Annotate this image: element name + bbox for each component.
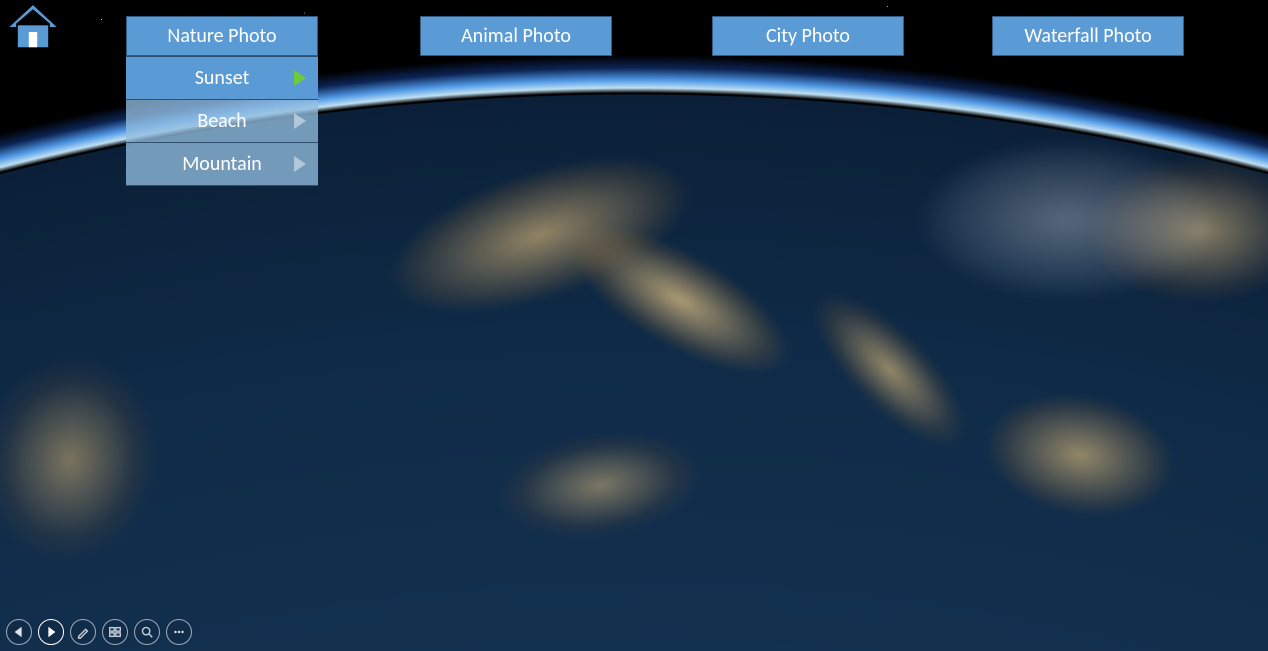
- chevron-right-icon: [294, 113, 306, 129]
- lights-cluster: [462, 403, 738, 568]
- lights-cluster: [0, 313, 201, 607]
- chevron-right-icon: [294, 70, 306, 86]
- dropdown-item-mountain[interactable]: Mountain: [126, 143, 318, 186]
- more-button[interactable]: [166, 619, 192, 645]
- zoom-button[interactable]: [134, 619, 160, 645]
- slide-sorter-button[interactable]: [102, 619, 128, 645]
- presenter-toolbar: [6, 619, 192, 645]
- lights-cluster: [949, 360, 1211, 549]
- previous-button[interactable]: [6, 619, 32, 645]
- pen-button[interactable]: [70, 619, 96, 645]
- chevron-right-icon: [294, 156, 306, 172]
- tab-nature[interactable]: Nature Photo: [126, 16, 318, 56]
- dropdown-item-sunset[interactable]: Sunset: [126, 57, 318, 100]
- dropdown-item-label: Beach: [197, 109, 246, 133]
- dropdown-item-label: Mountain: [182, 152, 262, 176]
- cloud-wisp: [878, 120, 1258, 320]
- play-button[interactable]: [38, 619, 64, 645]
- dropdown-item-label: Sunset: [195, 66, 250, 90]
- tab-city[interactable]: City Photo: [712, 16, 904, 56]
- tab-animal[interactable]: Animal Photo: [420, 16, 612, 56]
- tab-waterfall[interactable]: Waterfall Photo: [992, 16, 1184, 56]
- dropdown-item-beach[interactable]: Beach: [126, 100, 318, 143]
- nature-dropdown: Sunset Beach Mountain: [126, 56, 318, 186]
- home-icon[interactable]: [6, 3, 60, 51]
